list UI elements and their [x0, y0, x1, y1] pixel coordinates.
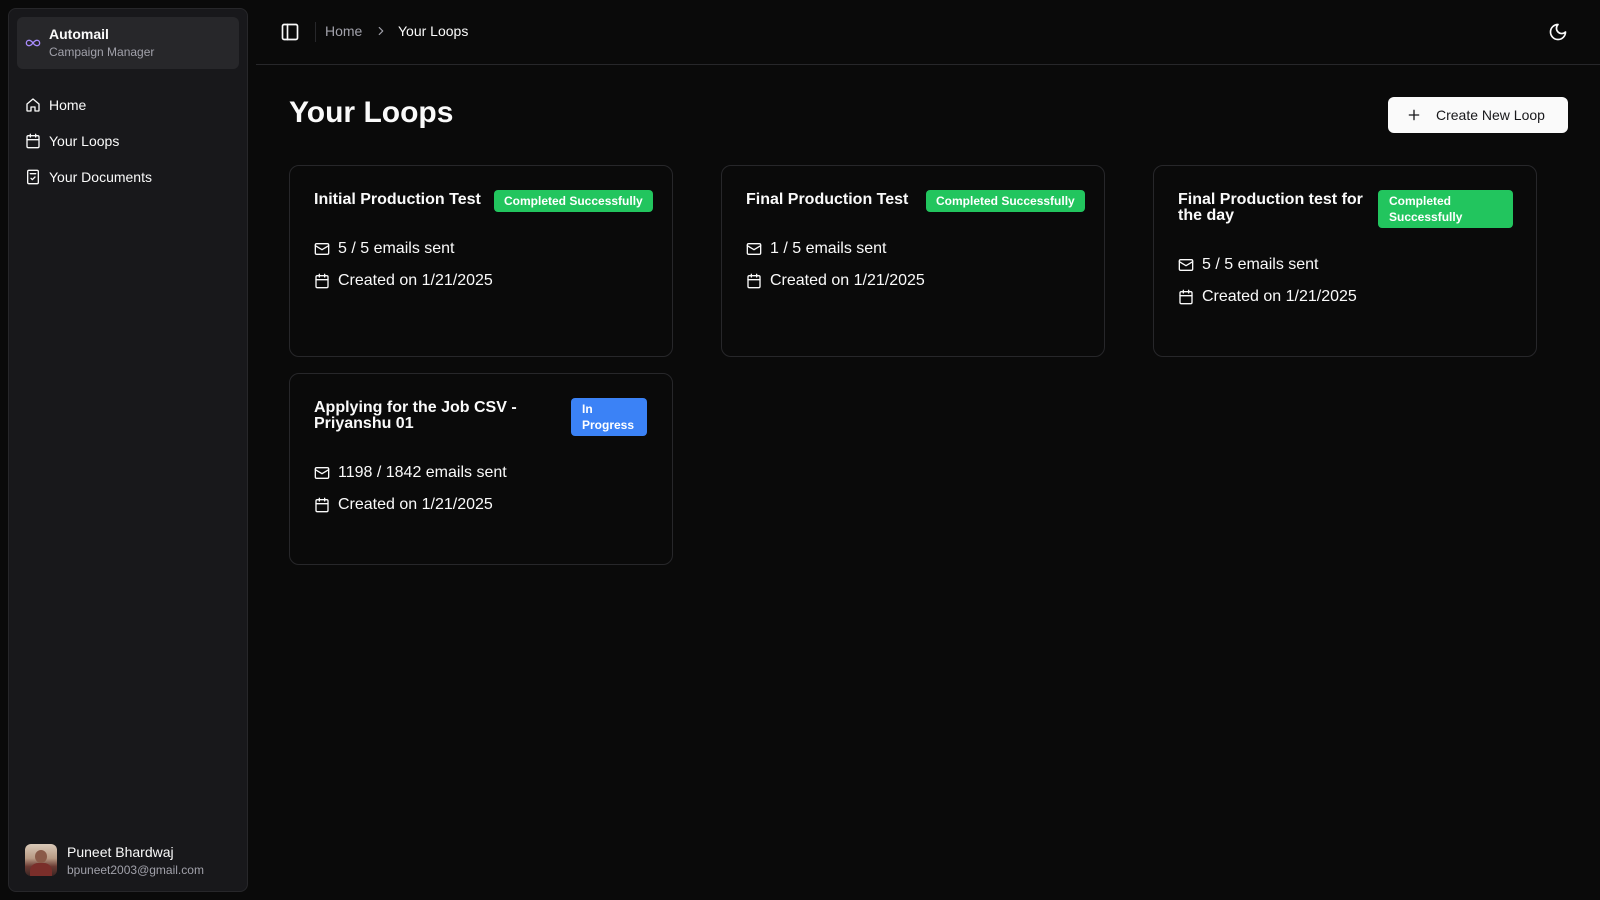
sidebar-item-your-documents[interactable]: Your Documents — [17, 161, 239, 193]
calendar-icon — [1179, 289, 1193, 305]
created-date-text: Created on 1/21/2025 — [1202, 288, 1357, 305]
mail-icon — [1178, 259, 1194, 271]
loop-card[interactable]: Applying for the Job CSV - Priyanshu 01 … — [289, 373, 673, 565]
emails-sent: 5 / 5 emails sent — [1178, 256, 1319, 274]
sidebar-item-home[interactable]: Home — [17, 89, 239, 121]
sidebar-item-your-loops[interactable]: Your Loops — [17, 125, 239, 157]
user-name: Puneet Bhardwaj — [67, 844, 174, 860]
brand-subtitle: Campaign Manager — [49, 45, 155, 59]
sidebar: Automail Campaign Manager Home Your Loop… — [8, 8, 248, 892]
top-header: Home Your Loops — [256, 0, 1600, 65]
emails-sent-text: 1198 / 1842 emails sent — [338, 464, 507, 481]
breadcrumb-current: Your Loops — [398, 23, 469, 39]
created-date-text: Created on 1/21/2025 — [338, 496, 493, 513]
calendar-icon — [26, 133, 40, 149]
status-badge: Completed Successfully — [926, 190, 1085, 212]
emails-sent: 1198 / 1842 emails sent — [314, 464, 507, 482]
breadcrumb-home[interactable]: Home — [325, 23, 362, 39]
loop-card[interactable]: Initial Production Test Completed Succes… — [289, 165, 673, 357]
mail-icon — [746, 243, 762, 255]
loop-title: Final Production Test — [746, 191, 909, 208]
calendar-icon — [315, 273, 329, 289]
status-badge: Completed Successfully — [1378, 190, 1513, 228]
mail-icon — [314, 467, 330, 479]
app-root: Automail Campaign Manager Home Your Loop… — [0, 0, 1600, 900]
create-new-loop-label: Create New Loop — [1436, 107, 1545, 123]
document-check-icon — [27, 169, 39, 185]
mail-icon — [314, 243, 330, 255]
loop-card[interactable]: Final Production test for the day Comple… — [1153, 165, 1537, 357]
created-date: Created on 1/21/2025 — [1178, 288, 1357, 306]
created-date: Created on 1/21/2025 — [314, 496, 493, 514]
moon-icon[interactable] — [1548, 22, 1568, 42]
calendar-icon — [315, 497, 329, 513]
emails-sent-text: 5 / 5 emails sent — [1202, 256, 1319, 273]
user-email: bpuneet2003@gmail.com — [67, 863, 204, 877]
chevron-right-icon — [378, 26, 384, 36]
created-date-text: Created on 1/21/2025 — [338, 272, 493, 289]
loop-title: Final Production test for the day — [1178, 191, 1363, 224]
brand-name: Automail — [49, 26, 109, 42]
created-date: Created on 1/21/2025 — [746, 272, 925, 290]
created-date-text: Created on 1/21/2025 — [770, 272, 925, 289]
emails-sent: 1 / 5 emails sent — [746, 240, 887, 258]
avatar — [25, 844, 57, 876]
brand-switcher[interactable]: Automail Campaign Manager — [17, 17, 239, 69]
loop-title: Applying for the Job CSV - Priyanshu 01 — [314, 399, 517, 432]
created-date: Created on 1/21/2025 — [314, 272, 493, 290]
sidebar-toggle-icon[interactable] — [280, 22, 300, 42]
header-divider — [315, 22, 316, 42]
calendar-icon — [747, 273, 761, 289]
page-title: Your Loops — [289, 96, 454, 129]
emails-sent-text: 1 / 5 emails sent — [770, 240, 887, 257]
sidebar-item-label: Your Documents — [49, 169, 152, 185]
sidebar-item-label: Home — [49, 97, 87, 113]
status-badge: Completed Successfully — [494, 190, 653, 212]
emails-sent: 5 / 5 emails sent — [314, 240, 455, 258]
loop-card[interactable]: Final Production Test Completed Successf… — [721, 165, 1105, 357]
infinity-icon — [25, 39, 41, 47]
sidebar-nav: Home Your Loops Your Documents — [17, 89, 239, 197]
home-icon — [26, 98, 40, 112]
plus-icon — [1408, 109, 1420, 121]
status-badge: In Progress — [571, 398, 647, 436]
emails-sent-text: 5 / 5 emails sent — [338, 240, 455, 257]
loop-title: Initial Production Test — [314, 191, 481, 208]
create-new-loop-button[interactable]: Create New Loop — [1388, 97, 1568, 133]
user-menu[interactable]: Puneet Bhardwaj bpuneet2003@gmail.com — [25, 843, 235, 877]
sidebar-item-label: Your Loops — [49, 133, 120, 149]
